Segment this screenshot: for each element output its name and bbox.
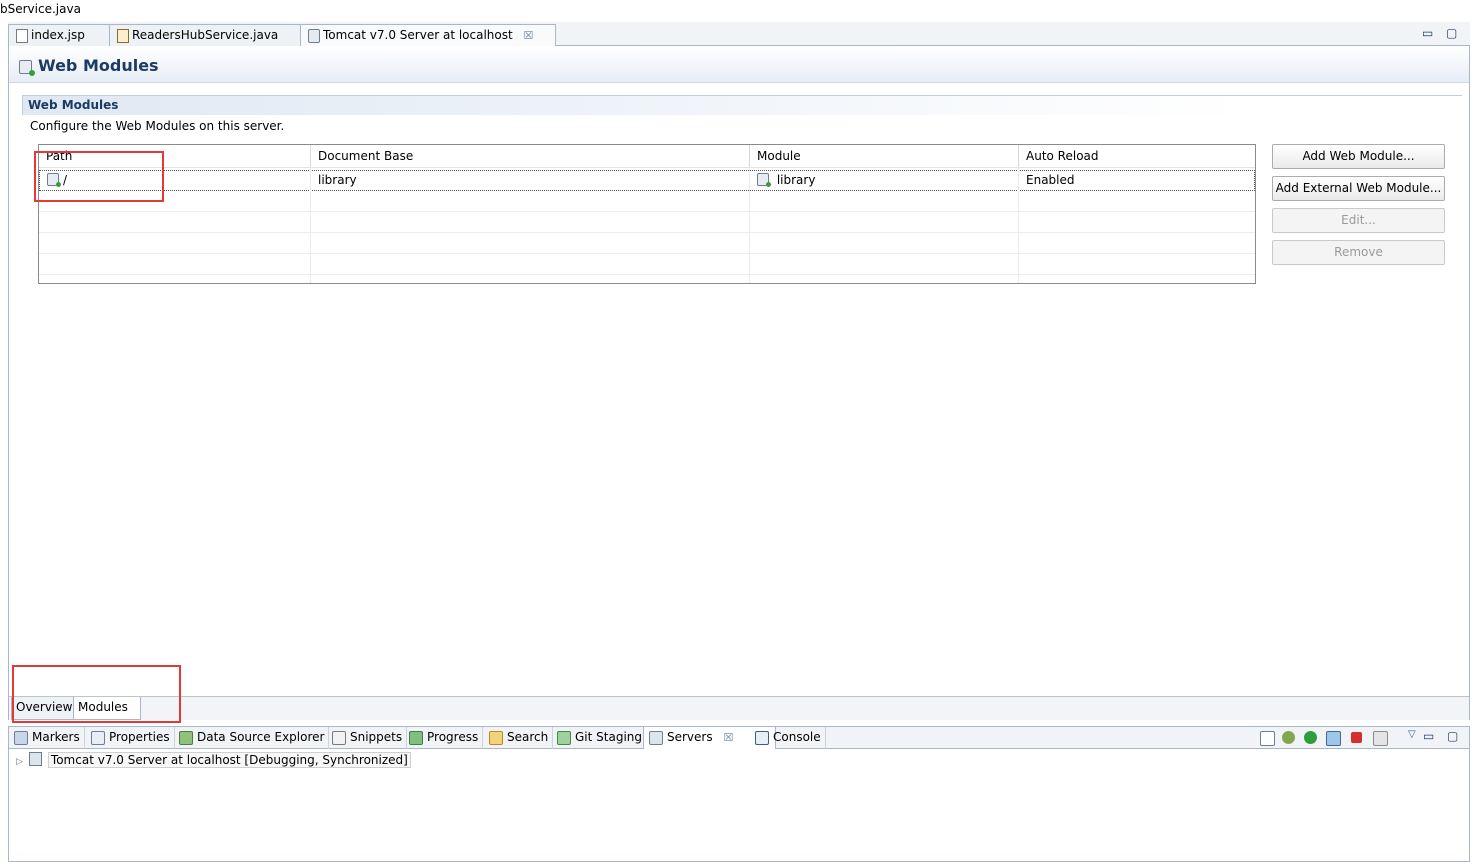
- table-row-empty: [39, 233, 1255, 254]
- server-tree-item[interactable]: ▷ Tomcat v7.0 Server at localhost [Debugg…: [16, 751, 411, 771]
- table-row-empty: [39, 212, 1255, 233]
- tab-properties[interactable]: Properties: [86, 727, 175, 749]
- start-icon[interactable]: [1304, 731, 1317, 744]
- column-divider: [310, 167, 311, 283]
- tab-snippets[interactable]: Snippets: [327, 727, 408, 749]
- remove-button[interactable]: Remove: [1272, 240, 1445, 265]
- tab-label: Tomcat v7.0 Server at localhost: [323, 28, 513, 42]
- console-icon: [755, 731, 769, 745]
- publish-icon[interactable]: [1373, 731, 1388, 746]
- header-divider: [39, 167, 1255, 168]
- server-icon: [308, 29, 320, 43]
- tab-markers[interactable]: Markers: [9, 727, 85, 749]
- page-title: Web Modules: [38, 56, 159, 75]
- progress-icon: [409, 731, 423, 745]
- editor-header: Web Modules: [9, 47, 1469, 83]
- data-source-icon: [179, 731, 193, 745]
- top-file-name: bService.java: [0, 2, 81, 16]
- snippets-icon: [332, 731, 346, 745]
- editor-tab-bar: index.jsp ReadersHubService.java Tomcat …: [8, 22, 1470, 47]
- tomcat-server-icon: [28, 752, 42, 766]
- section-description: Configure the Web Modules on this server…: [30, 119, 285, 133]
- cell-module: library: [750, 171, 815, 191]
- profile-icon[interactable]: [1326, 731, 1341, 746]
- tab-readershubservice-java[interactable]: ReadersHubService.java: [109, 24, 323, 47]
- web-modules-table[interactable]: Path Document Base Module Auto Reload / …: [38, 144, 1256, 284]
- maximize-icon[interactable]: ▢: [1446, 26, 1457, 40]
- java-file-icon: [117, 29, 129, 43]
- project-icon: [757, 173, 771, 187]
- debug-icon[interactable]: [1282, 731, 1295, 744]
- tab-tomcat-server[interactable]: Tomcat v7.0 Server at localhost ☒: [300, 24, 556, 47]
- tab-git-staging[interactable]: Git Staging: [552, 727, 648, 749]
- tab-data-source-explorer[interactable]: Data Source Explorer: [174, 727, 330, 749]
- section-title: Web Modules: [28, 98, 119, 112]
- markers-icon: [14, 731, 28, 745]
- git-staging-icon: [557, 731, 571, 745]
- search-icon: [489, 731, 503, 745]
- add-external-web-module-button[interactable]: Add External Web Module...: [1272, 176, 1445, 201]
- tab-console[interactable]: Console: [750, 727, 826, 749]
- editor-page-tabs: Overview Modules: [9, 696, 1469, 720]
- servers-icon: [649, 731, 663, 745]
- collapse-all-icon[interactable]: [1260, 731, 1275, 746]
- server-label: Tomcat v7.0 Server at localhost [Debuggi…: [47, 752, 411, 768]
- section-header-bar: [22, 95, 1462, 115]
- tab-label: index.jsp: [31, 28, 85, 42]
- tab-label: ReadersHubService.java: [132, 28, 279, 42]
- close-icon[interactable]: ☒: [524, 29, 534, 42]
- column-divider: [1018, 167, 1019, 283]
- tab-progress[interactable]: Progress: [404, 727, 484, 749]
- cell-document-base: library: [318, 173, 357, 187]
- close-icon[interactable]: ☒: [723, 731, 733, 744]
- add-web-module-button[interactable]: Add Web Module...: [1272, 144, 1445, 169]
- expand-arrow-icon[interactable]: ▷: [16, 757, 23, 767]
- table-row-empty: [39, 191, 1255, 212]
- table-row-empty: [39, 254, 1255, 275]
- table-row[interactable]: / library library Enabled: [39, 170, 1255, 191]
- web-module-icon: [19, 60, 35, 76]
- cell-auto-reload: Enabled: [1026, 173, 1075, 187]
- properties-icon: [91, 731, 105, 745]
- tab-search[interactable]: Search: [484, 727, 554, 749]
- minimize-icon[interactable]: ▭: [1422, 26, 1433, 40]
- view-menu-icon[interactable]: ▽: [1408, 729, 1416, 740]
- views-tab-bar: Markers Properties Data Source Explorer …: [8, 726, 1470, 749]
- annotation-modules-tab-highlight: [12, 665, 181, 723]
- stop-icon[interactable]: [1351, 732, 1362, 743]
- annotation-path-highlight: [34, 151, 164, 202]
- column-header-document-base[interactable]: Document Base: [311, 145, 750, 167]
- jsp-file-icon: [16, 29, 28, 43]
- edit-button[interactable]: Edit...: [1272, 208, 1445, 233]
- column-divider: [749, 167, 750, 283]
- column-header-module[interactable]: Module: [750, 145, 1019, 167]
- maximize-icon[interactable]: ▢: [1447, 729, 1458, 743]
- minimize-icon[interactable]: ▭: [1423, 729, 1434, 743]
- column-header-auto-reload[interactable]: Auto Reload: [1019, 145, 1255, 167]
